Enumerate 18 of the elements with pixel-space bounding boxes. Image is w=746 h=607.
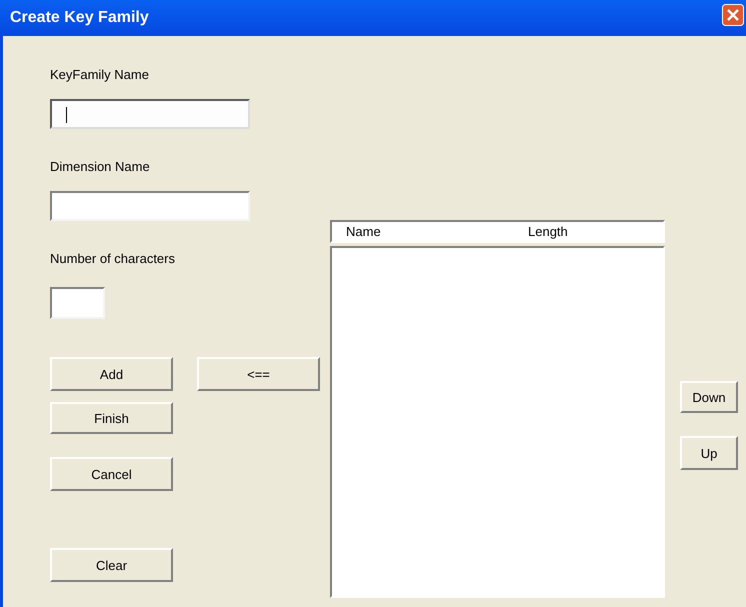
move-left-button[interactable]: <== (197, 357, 320, 391)
input-field[interactable] (50, 191, 250, 221)
field-label: Number of characters (50, 251, 175, 267)
up-button[interactable]: Up (680, 436, 738, 470)
close-icon[interactable] (722, 4, 744, 26)
column-header[interactable]: Name (346, 224, 528, 240)
column-header[interactable]: Length (528, 224, 568, 240)
input-field[interactable] (50, 99, 250, 129)
field-label: Dimension Name (50, 159, 150, 175)
cancel-button[interactable]: Cancel (50, 457, 173, 491)
field-label: KeyFamily Name (50, 67, 149, 83)
window-title: Create Key Family (10, 9, 149, 27)
text-caret (66, 107, 67, 123)
clear-button[interactable]: Clear (50, 548, 173, 582)
down-button[interactable]: Down (680, 381, 738, 413)
add-button[interactable]: Add (50, 357, 173, 391)
finish-button[interactable]: Finish (50, 402, 173, 434)
input-field[interactable] (50, 287, 105, 319)
